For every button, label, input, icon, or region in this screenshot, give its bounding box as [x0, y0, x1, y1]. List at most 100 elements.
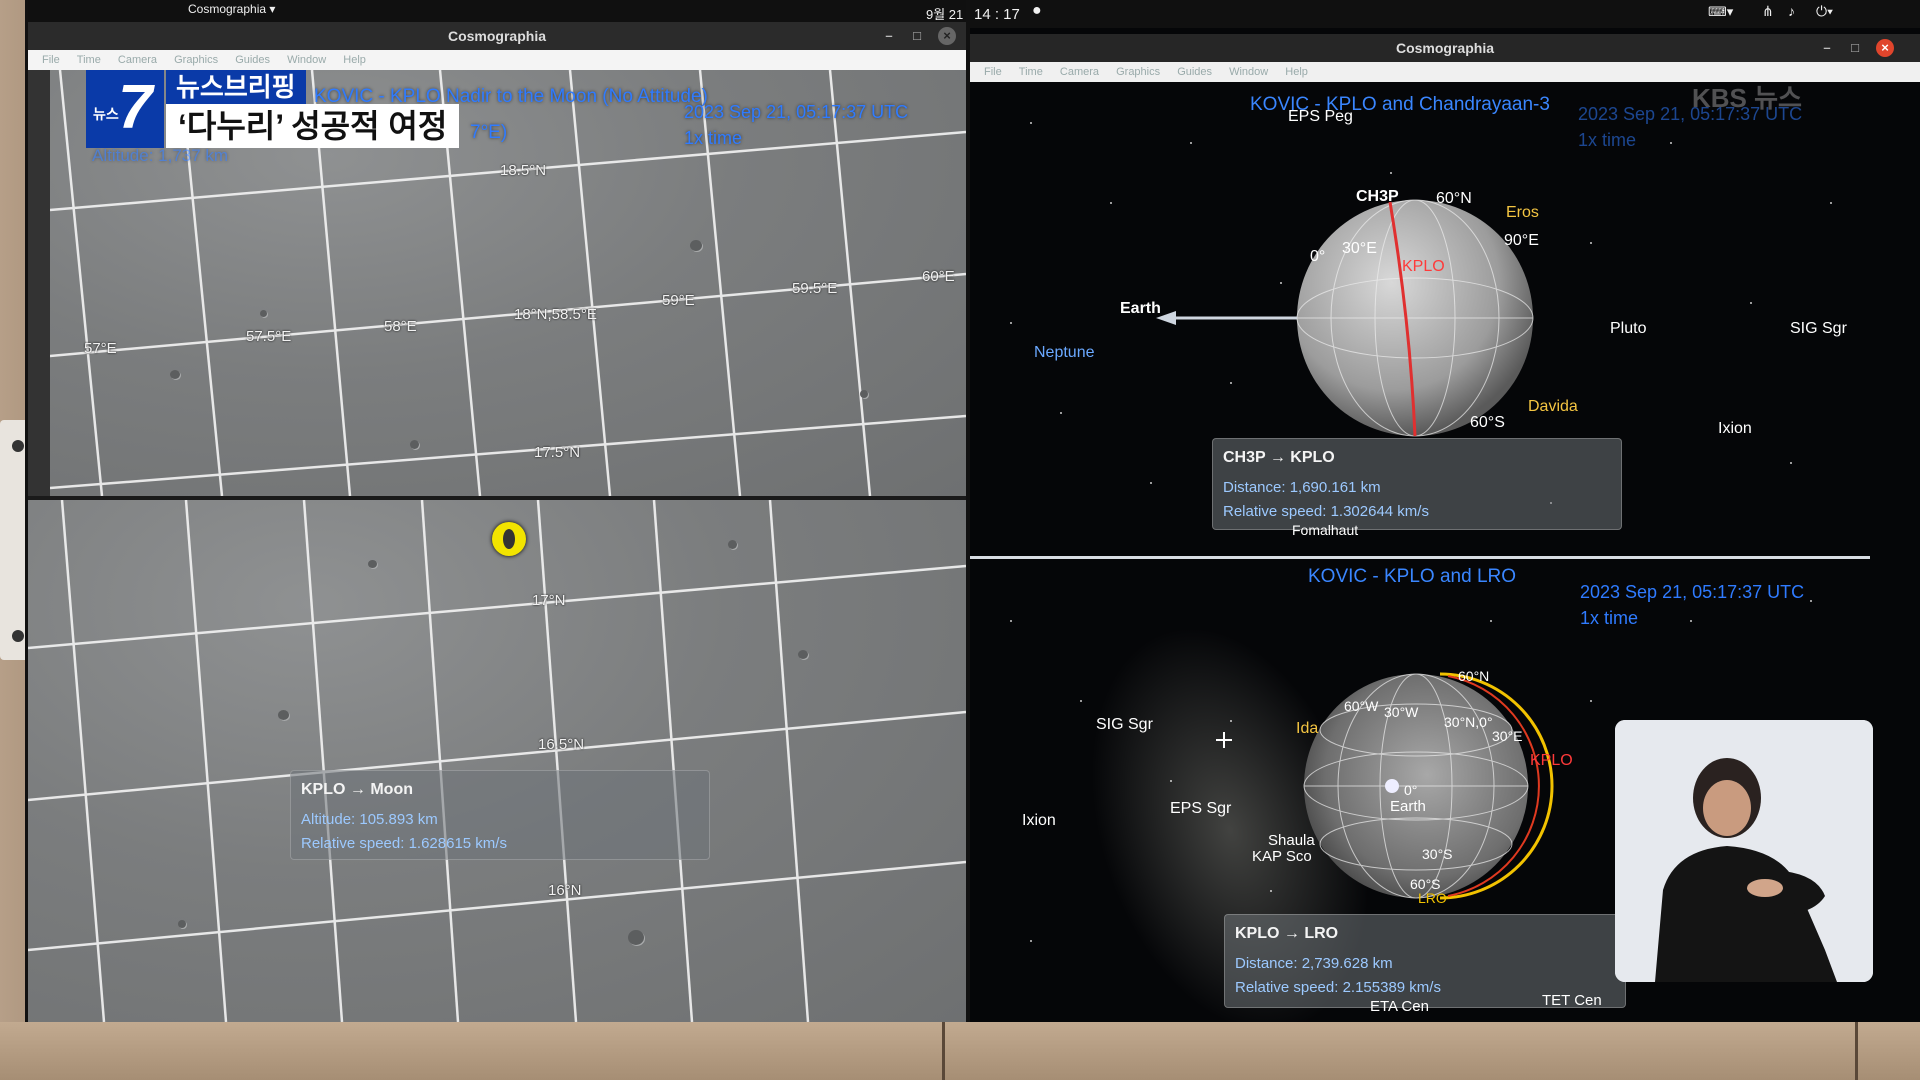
grid-label: 59°E [662, 292, 695, 309]
distance-value: Distance: 1,690.161 km [1223, 479, 1381, 496]
earth-label: Earth [1120, 300, 1161, 317]
grid-label: 16.5°N [538, 736, 585, 753]
shaula-label: Shaula [1268, 832, 1315, 849]
kap-sco-label: KAP Sco [1252, 848, 1312, 865]
kbs-watermark: KBS 뉴스 [1692, 83, 1802, 113]
crater [278, 710, 289, 720]
menu-window[interactable]: Window [1229, 66, 1268, 78]
menu-time[interactable]: Time [1019, 66, 1043, 78]
moon-nadir-view-bottom[interactable]: 17°N 16.5°N 16°N KPLO → Moon Altitude: 1… [28, 500, 966, 1022]
crater [178, 920, 186, 928]
left-title-bar: Cosmographia – □ × [28, 22, 966, 50]
menu-camera[interactable]: Camera [118, 54, 157, 66]
minimize-icon[interactable]: – [1818, 39, 1836, 57]
altitude-value: Altitude: 105.893 km [301, 811, 438, 828]
right-system-bar: 14 : 17 ● ⌨▾ ⋔ ♪ ⏻▾ [970, 0, 1920, 28]
info-title: KPLO → Moon [301, 781, 413, 798]
timestamp: 2023 Sep 21, 05:17:37 UTC [684, 102, 909, 122]
segment-label: 뉴스브리핑 [166, 70, 306, 104]
eros-label: Eros [1506, 204, 1539, 221]
crater [860, 390, 868, 398]
fomalhaut-label: Fomalhaut [1292, 522, 1359, 538]
tet-cen-label: TET Cen [1542, 992, 1602, 1009]
ixion-label: Ixion [1022, 812, 1056, 829]
kplo-chandrayaan-view[interactable]: KOVIC - KPLO and Chandrayaan-3 2023 Sep … [970, 82, 1870, 552]
view-coords: 7°E) [470, 122, 508, 143]
right-title-bar: Cosmographia – □ × [970, 34, 1920, 62]
close-icon[interactable]: × [1876, 39, 1894, 57]
window-title: Cosmographia [1395, 40, 1494, 56]
minimize-icon[interactable]: – [880, 27, 898, 45]
lat-60s-label: 60°S [1470, 414, 1505, 431]
desk-surface [0, 1022, 1920, 1080]
volume-icon[interactable]: ♪ [1788, 3, 1795, 19]
left-system-bar: Cosmographia ▾ 9월 21 [28, 0, 966, 22]
kplo-moon-info: KPLO → Moon Altitude: 105.893 km Relativ… [290, 770, 710, 860]
news-headline: ‘다누리’ 성공적 여정 [166, 104, 460, 148]
altitude-readout: Altitude: 1,737 km [92, 146, 229, 165]
left-menu-bar: File Time Camera Graphics Guides Window … [28, 50, 966, 70]
menu-window[interactable]: Window [287, 54, 326, 66]
close-icon[interactable]: × [938, 27, 956, 45]
wall-screw [12, 440, 24, 452]
eps-peg-label: EPS Peg [1288, 108, 1353, 125]
neptune-label: Neptune [1034, 344, 1095, 361]
ch3p-kplo-info: CH3P → KPLO Distance: 1,690.161 km Relat… [1212, 438, 1622, 530]
nadir-marker-icon [492, 522, 526, 556]
menu-file[interactable]: File [984, 66, 1002, 78]
left-monitor: Cosmographia ▾ 9월 21 Cosmographia – □ × … [28, 0, 966, 1022]
ida-label: Ida [1296, 720, 1319, 737]
menu-file[interactable]: File [42, 54, 60, 66]
window-title: Cosmographia [447, 28, 546, 44]
grid-label: 57.5°E [246, 328, 292, 345]
lon-0-label: 0° [1404, 782, 1418, 798]
menu-guides[interactable]: Guides [1177, 66, 1212, 78]
menu-camera[interactable]: Camera [1060, 66, 1099, 78]
relative-speed-value: Relative speed: 1.302644 km/s [1223, 503, 1429, 520]
ch3p-label: CH3P [1356, 188, 1399, 205]
maximize-icon[interactable]: □ [908, 27, 926, 45]
grid-label: 18.5°N [500, 162, 547, 179]
eta-cen-label: ETA Cen [1370, 998, 1429, 1015]
crater [798, 650, 808, 659]
earth-label: Earth [1390, 798, 1426, 815]
info-title: CH3P → KPLO [1223, 449, 1335, 466]
time-rate: 1x time [1578, 130, 1637, 150]
sig-sgr-label: SIG Sgr [1096, 716, 1153, 733]
crater [628, 930, 644, 945]
menu-graphics[interactable]: Graphics [1116, 66, 1160, 78]
maximize-icon[interactable]: □ [1846, 39, 1864, 57]
grid-label: 17.5°N [534, 444, 581, 461]
keyboard-icon[interactable]: ⌨▾ [1708, 4, 1733, 20]
system-time: 14 : 17 [974, 6, 1020, 23]
menu-help[interactable]: Help [1285, 66, 1308, 78]
davida-label: Davida [1528, 398, 1578, 415]
desk-seam [1855, 1022, 1858, 1080]
news-program-logo: 뉴스 7 [86, 70, 164, 148]
grid-label: 16°N [548, 882, 582, 899]
crater [728, 540, 737, 549]
power-icon[interactable]: ⏻▾ [1816, 3, 1833, 20]
lat-30s-label: 30°S [1422, 846, 1453, 862]
kplo-label: KPLO [1402, 258, 1445, 275]
view-title: KOVIC - KPLO and LRO [1308, 566, 1517, 587]
wall-screw [12, 630, 24, 642]
menu-help[interactable]: Help [343, 54, 366, 66]
lat-30n-label: 30°N,0° [1444, 714, 1493, 730]
network-icon[interactable]: ⋔ [1762, 3, 1774, 20]
eps-sgr-label: EPS Sgr [1170, 800, 1232, 817]
menu-graphics[interactable]: Graphics [174, 54, 218, 66]
menu-time[interactable]: Time [77, 54, 101, 66]
grid-label: 17°N [532, 592, 566, 609]
app-menu[interactable]: Cosmographia ▾ [188, 2, 275, 16]
desk-seam [942, 1022, 945, 1080]
info-title: KPLO → LRO [1235, 925, 1339, 942]
system-date: 9월 21 [926, 7, 964, 22]
relative-speed-value: Relative speed: 2.155389 km/s [1235, 979, 1441, 996]
timestamp: 2023 Sep 21, 05:17:37 UTC [1580, 582, 1805, 602]
grid-label: 58°E [384, 318, 417, 335]
menu-guides[interactable]: Guides [235, 54, 270, 66]
lat-60n-label: 60°N [1458, 668, 1490, 684]
lat-60n-label: 60°N [1436, 190, 1472, 207]
lon-30e-label: 30°E [1492, 728, 1523, 744]
